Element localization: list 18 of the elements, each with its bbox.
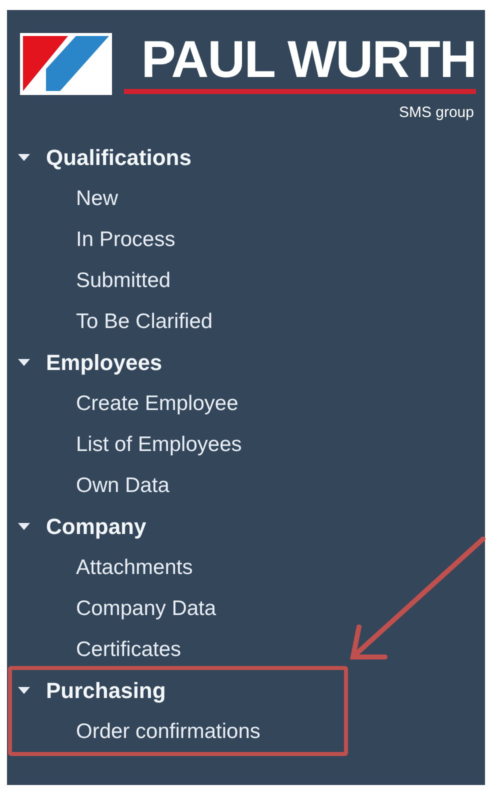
nav-item[interactable]: Own Data [12, 465, 170, 506]
nav-group-header[interactable]: Qualifications [12, 137, 344, 178]
nav-item[interactable]: Certificates [12, 629, 182, 670]
nav-item[interactable]: Create Employee [12, 383, 238, 424]
logo-title: PAUL WURTH [141, 33, 476, 87]
nav-group-header[interactable]: Employees [12, 342, 344, 383]
nav-group-header[interactable]: Company [12, 506, 344, 547]
nav-item[interactable]: Submitted [12, 260, 171, 301]
logo-icon [20, 33, 112, 95]
nav-item[interactable]: Company Data [12, 588, 216, 629]
nav-item[interactable]: Attachments [12, 547, 193, 588]
nav-group-header[interactable]: Purchasing [12, 670, 344, 711]
nav-item[interactable]: Order confirmations [12, 711, 260, 752]
nav-item[interactable]: List of Employees [12, 424, 242, 465]
logo-tagline: SMS group [398, 104, 474, 121]
nav-item[interactable]: In Process [12, 219, 176, 260]
nav-item[interactable]: New [12, 178, 118, 219]
nav-item[interactable]: To Be Clarified [12, 301, 213, 342]
